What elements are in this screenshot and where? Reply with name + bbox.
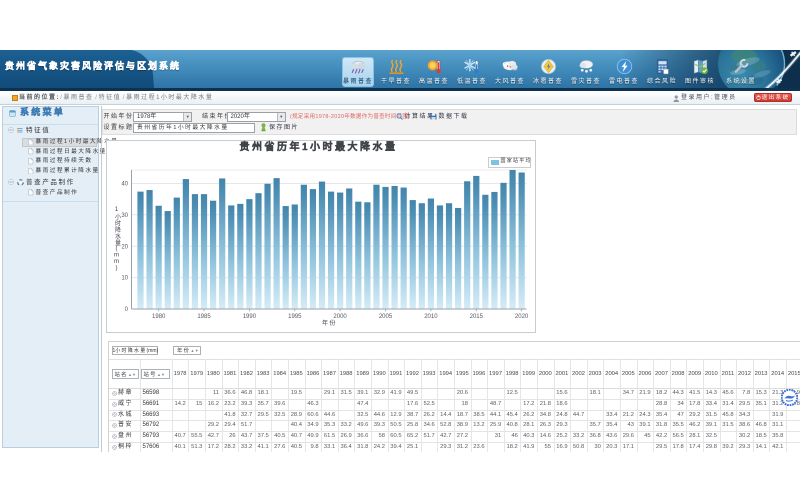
svg-text:2020: 2020 xyxy=(515,314,529,320)
svg-text:40: 40 xyxy=(121,182,128,188)
svg-text:1995: 1995 xyxy=(288,314,302,320)
svg-text:2000: 2000 xyxy=(333,314,347,320)
svg-text:2015: 2015 xyxy=(470,314,484,320)
svg-text:0: 0 xyxy=(125,307,129,313)
svg-text:2010: 2010 xyxy=(424,314,438,320)
svg-text:20: 20 xyxy=(121,244,128,250)
svg-text:1990: 1990 xyxy=(243,314,257,320)
svg-text:1985: 1985 xyxy=(197,314,211,320)
svg-text:2005: 2005 xyxy=(379,314,393,320)
svg-text:30: 30 xyxy=(121,213,128,219)
svg-text:1980: 1980 xyxy=(152,314,166,320)
svg-text:10: 10 xyxy=(121,276,128,282)
